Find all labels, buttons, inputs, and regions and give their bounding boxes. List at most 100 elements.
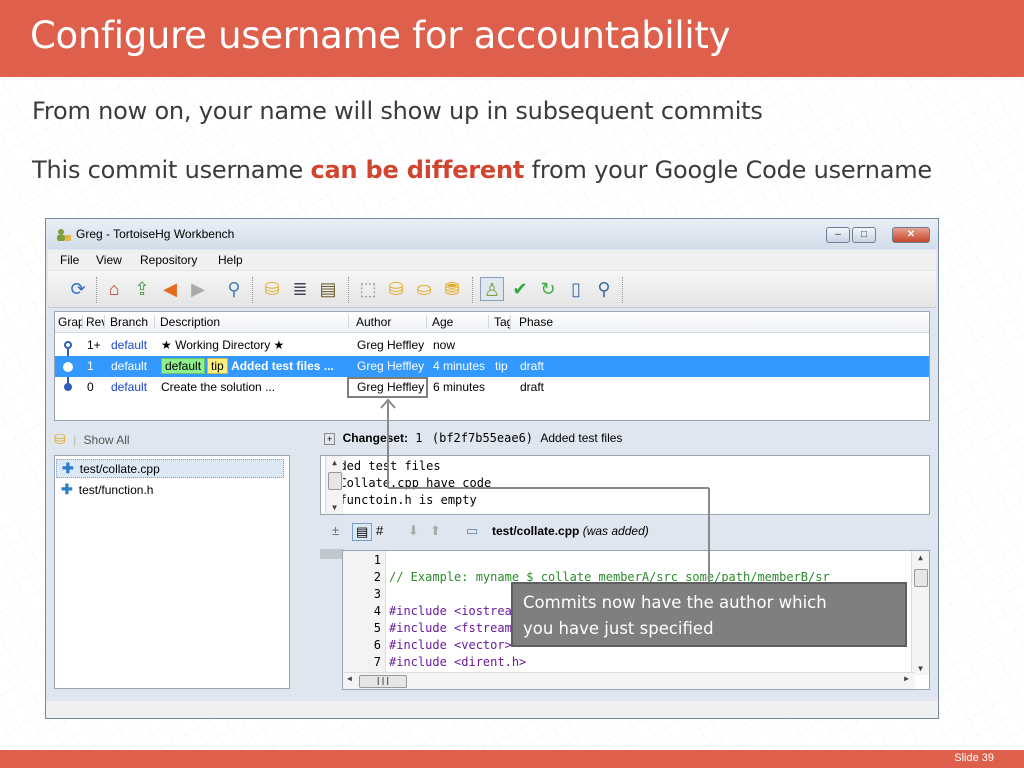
goto-icon[interactable]: ⇪: [130, 277, 154, 301]
graph-node: [63, 362, 73, 372]
author-highlight-box: [347, 377, 428, 398]
scroll-right-icon[interactable]: ▶: [904, 674, 909, 683]
changeset-label: Changeset:: [342, 431, 408, 445]
file-mode-icon[interactable]: ▤: [352, 523, 373, 541]
callout-line-2: you have just specified: [523, 619, 714, 638]
cell-description: Create the solution ...: [161, 380, 276, 394]
line-number: 6: [373, 638, 381, 652]
layers-icon[interactable]: ≣: [288, 277, 312, 301]
scroll-left-icon[interactable]: ◀: [347, 674, 352, 683]
code-line: #include <iostream>: [389, 604, 527, 618]
prev-diff-icon[interactable]: ⬆: [430, 523, 441, 539]
minimize-button[interactable]: –: [826, 227, 850, 243]
diff-toolbar: ± ▤ # ⬇ ⬆ ▭ test/collate.cpp (was added): [320, 519, 930, 543]
back-icon[interactable]: ◀: [158, 277, 182, 301]
cell-age: now: [433, 338, 456, 352]
scroll-thumb[interactable]: [914, 569, 928, 587]
table-row[interactable]: 0 default Create the solution ... Greg H…: [55, 377, 929, 398]
commit-message-box[interactable]: Added test files - Collate.cpp have code…: [320, 455, 930, 515]
status-icon: ⛁: [54, 431, 66, 447]
changeset-header: + Changeset: 1 (bf2f7b55eae6) Added test…: [324, 431, 622, 445]
line-number: 5: [373, 621, 381, 635]
list-item[interactable]: ✚ test/function.h: [61, 481, 153, 498]
col-age[interactable]: Age: [432, 315, 489, 329]
list-item[interactable]: ✚ test/collate.cpp: [56, 459, 284, 478]
search-icon[interactable]: ⚲: [222, 277, 246, 301]
user-icon: [57, 229, 71, 241]
scroll-thumb[interactable]: |||: [359, 675, 407, 688]
cell-branch: default: [111, 380, 148, 394]
file-name: test/function.h: [78, 483, 154, 497]
message-scrollbar[interactable]: ▲ ▼: [325, 456, 343, 514]
outgoing-icon[interactable]: ⛀: [412, 277, 436, 301]
commit-check-icon[interactable]: ✔: [508, 277, 532, 301]
changeset-hash: (bf2f7b55eae6): [431, 431, 534, 445]
slide-title: Configure username for accountability: [30, 14, 731, 57]
table-row-selected[interactable]: 1 default default tip Added test files ..…: [55, 356, 929, 377]
document-icon[interactable]: ▯: [564, 277, 588, 301]
line-number: 1: [373, 553, 381, 567]
col-phase[interactable]: Phase: [519, 315, 553, 329]
maximize-button[interactable]: □: [852, 227, 876, 243]
code-line: #include <vector>: [389, 638, 512, 652]
description-text: Added test files ...: [231, 359, 334, 373]
added-file-icon: ✚: [62, 460, 74, 476]
cell-branch: default: [111, 359, 148, 373]
sync-icon[interactable]: ↻: [536, 277, 560, 301]
next-diff-icon[interactable]: ⬇: [408, 523, 419, 539]
home-icon[interactable]: ⌂: [102, 277, 126, 301]
toolbar-separator: [252, 277, 255, 303]
log-icon[interactable]: ▤: [316, 277, 340, 301]
code-line: #include <dirent.h>: [389, 655, 527, 669]
diff-mode-icon[interactable]: ±: [332, 523, 339, 538]
col-author[interactable]: Author: [356, 315, 427, 329]
menu-bar: File View Repository Help: [48, 250, 936, 270]
grep-icon[interactable]: ⚲: [592, 277, 616, 301]
menu-view[interactable]: View: [96, 253, 122, 267]
cell-phase: draft: [520, 359, 545, 373]
expand-icon[interactable]: +: [324, 433, 336, 445]
show-all-button[interactable]: Show All: [84, 433, 130, 447]
annotate-icon[interactable]: #: [376, 523, 383, 538]
refresh-icon[interactable]: ⟳: [66, 277, 90, 301]
col-branch[interactable]: Branch: [110, 315, 155, 329]
tip-tag: tip: [207, 358, 228, 374]
slide-footer: Slide 39: [0, 750, 1024, 768]
branch-filter-icon[interactable]: ⛁: [260, 277, 284, 301]
file-name: test/collate.cpp: [79, 462, 160, 476]
diff-horizontal-scrollbar[interactable]: ◀ ||| ▶: [343, 672, 915, 689]
scroll-down-icon[interactable]: ▼: [326, 503, 343, 512]
cell-rev: 1: [87, 359, 94, 373]
line2-highlight: can be different: [310, 156, 525, 184]
menu-help[interactable]: Help: [218, 253, 243, 267]
revision-graph-table: Grap Rev Branch Description Author Age T…: [54, 311, 930, 421]
menu-repository[interactable]: Repository: [140, 253, 197, 267]
callout-line-1: Commits now have the author which: [523, 593, 827, 612]
col-rev[interactable]: Rev: [86, 315, 105, 329]
workbench-icon[interactable]: ♙: [480, 277, 504, 301]
push-icon[interactable]: ⛃: [440, 277, 464, 301]
cell-rev: 1+: [87, 338, 101, 352]
col-tags[interactable]: Tag: [494, 315, 511, 329]
pull-icon[interactable]: ⛁: [384, 277, 408, 301]
cell-description: ★ Working Directory ★: [161, 338, 285, 352]
toolbar-separator: [348, 277, 351, 303]
incoming-icon[interactable]: ⬚: [356, 277, 380, 301]
forward-icon[interactable]: ▶: [186, 277, 210, 301]
scroll-up-icon[interactable]: ▲: [326, 458, 343, 467]
scroll-thumb[interactable]: [328, 472, 342, 490]
menu-file[interactable]: File: [60, 253, 79, 267]
close-button[interactable]: ✕: [892, 227, 930, 243]
line-number: 7: [373, 655, 381, 669]
col-graph[interactable]: Grap: [58, 315, 83, 329]
col-description[interactable]: Description: [160, 315, 349, 329]
diff-vertical-scrollbar[interactable]: ▲ ▼: [911, 551, 929, 675]
line-number: 4: [373, 604, 381, 618]
scroll-up-icon[interactable]: ▲: [912, 553, 929, 562]
cell-description: default tip Added test files ...: [161, 358, 334, 374]
table-row[interactable]: 1+ default ★ Working Directory ★ Greg He…: [55, 335, 929, 356]
cell-author: Greg Heffley: [357, 338, 425, 352]
graph-node: [64, 383, 72, 391]
diff-status: (was added): [582, 524, 649, 538]
slide-title-bar: Configure username for accountability: [0, 0, 1024, 77]
